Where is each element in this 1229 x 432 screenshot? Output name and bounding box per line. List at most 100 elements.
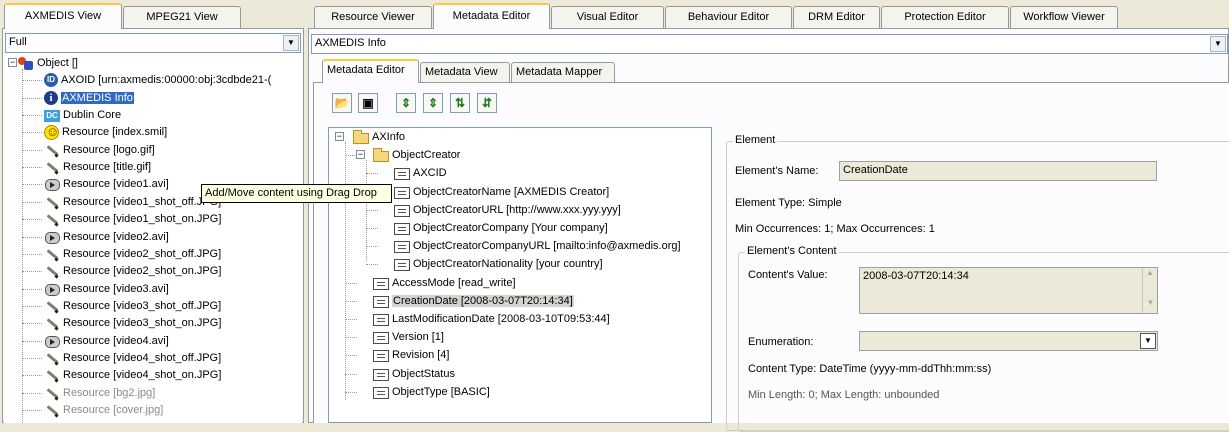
pen-icon (44, 315, 60, 331)
tree-item[interactable]: Resource [video2_shot_off.JPG] (22, 246, 221, 262)
document-icon (394, 223, 410, 235)
tree-item[interactable]: DC Dublin Core (22, 107, 121, 123)
tree-item-label: AXOID [urn:axmedis:00000:obj:3cdbde21-( (61, 74, 272, 87)
document-icon (394, 259, 410, 272)
metadata-section-select[interactable]: AXMEDIS Info ▼ (311, 34, 1228, 54)
tree-item[interactable]: Resource [video3_shot_off.JPG] (22, 298, 221, 314)
document-icon (394, 186, 410, 199)
tree-item[interactable]: Resource [index.smil] (22, 124, 168, 140)
tree-item[interactable]: Resource [title.gif] (22, 159, 152, 175)
move-up-icon[interactable]: ⇕ (396, 93, 416, 113)
metadata-tree-item-label: ObjectCreator (392, 149, 461, 162)
tree-item-label: Resource [title.gif] (63, 161, 152, 174)
metadata-tree-item[interactable]: AXInfo (353, 129, 405, 145)
folder-open-icon (373, 148, 389, 163)
tab-behaviour-editor[interactable]: Behaviour Editor (665, 6, 792, 28)
tree-item[interactable]: Resource [logo.gif] (22, 142, 155, 158)
subtab-metadata-mapper[interactable]: Metadata Mapper (511, 62, 615, 82)
info-icon: i (44, 90, 58, 105)
tree-item[interactable]: Resource [video4_shot_on.JPG] (22, 367, 221, 383)
metadata-tree-item[interactable]: ObjectStatus (345, 366, 455, 382)
tree-item[interactable]: Resource [video1_shot_off.JPG] (22, 194, 221, 210)
subtab-metadata-editor[interactable]: Metadata Editor (322, 59, 419, 83)
metadata-tree-item[interactable]: Revision [4] (345, 347, 449, 363)
expand-icon[interactable]: ⇅ (450, 93, 470, 113)
id-icon: ID (44, 73, 58, 88)
view-mode-select[interactable]: Full ▼ (5, 33, 301, 53)
save-icon[interactable]: ▣ (358, 93, 378, 113)
metadata-tree-item[interactable]: AccessMode [read_write] (345, 275, 516, 291)
chevron-down-icon[interactable]: ▼ (283, 35, 299, 51)
tree-item[interactable]: Resource [video3.avi] (22, 281, 169, 297)
document-icon (394, 168, 410, 181)
metadata-tree-item-label: AXInfo (372, 131, 406, 143)
metadata-tree-item[interactable]: Version [1] (345, 329, 444, 345)
tab-resource-viewer[interactable]: Resource Viewer (314, 6, 432, 28)
tab-workflow-viewer[interactable]: Workflow Viewer (1010, 6, 1118, 28)
enumeration-select[interactable]: ▼ (859, 331, 1158, 351)
value-scrollbar[interactable]: ▲ ▼ (1142, 268, 1157, 313)
tree-item[interactable]: Resource [video1.avi] (22, 176, 169, 192)
pen-icon (44, 142, 60, 158)
dc-icon: DC (44, 110, 60, 123)
tree-item-label: Resource [video4_shot_off.JPG] (63, 351, 222, 364)
tree-item[interactable]: Resource [video4_shot_off.JPG] (22, 350, 222, 366)
metadata-tree-item[interactable]: ObjectCreatorCompany [Your company] (366, 220, 608, 236)
enumeration-label: Enumeration: (748, 336, 814, 348)
metadata-tree-item[interactable]: LastModificationDate [2008-03-10T09:53:4… (345, 311, 610, 327)
tree-item[interactable]: ID AXOID [urn:axmedis:00000:obj:3cdbde21-… (22, 72, 272, 88)
chevron-down-icon[interactable]: ▼ (1210, 36, 1226, 52)
tree-item[interactable]: Resource [bg2.jpg] (22, 385, 155, 401)
collapse-toggle[interactable]: − (356, 150, 365, 159)
tree-item[interactable]: Resource [cover.jpg] (22, 402, 163, 418)
content-value-field[interactable]: 2008-03-07T20:14:34 ▲ ▼ (859, 267, 1158, 314)
document-icon (373, 295, 389, 308)
document-icon (373, 386, 389, 399)
pen-icon (44, 159, 60, 175)
tab-axmedis-view[interactable]: AXMEDIS View (4, 3, 122, 29)
chevron-down-icon[interactable]: ▼ (1140, 333, 1156, 349)
subtab-metadata-view[interactable]: Metadata View (420, 62, 510, 82)
metadata-tree-item[interactable]: ObjectCreatorCompanyURL [mailto:info@axm… (366, 238, 681, 254)
metadata-tree-item-label: ObjectType [BASIC] (392, 385, 490, 398)
metadata-tree-item-label: ObjectStatus (392, 367, 455, 380)
collapse-icon[interactable]: ⇵ (477, 93, 497, 113)
metadata-tree-item[interactable]: ObjectCreatorURL [http://www.xxx.yyy.yyy… (366, 202, 621, 218)
metadata-tree-item-label: AccessMode [read_write] (392, 276, 516, 289)
tree-item-label: AXMEDIS Info (61, 91, 134, 104)
tree-root-object[interactable]: Object [] (18, 55, 78, 71)
tree-item[interactable]: Resource [video2_shot_on.JPG] (22, 263, 221, 279)
object-tree: − Object [] ID AXOID [urn:axmedis:00000:ob… (4, 54, 302, 423)
element-content-legend: Element's Content (745, 245, 839, 257)
tab-mpeg21-view[interactable]: MPEG21 View (123, 6, 241, 28)
collapse-toggle[interactable]: − (335, 132, 344, 141)
tree-item-label: Resource [index.smil] (62, 126, 168, 139)
open-folder-icon[interactable]: 📂 (332, 93, 352, 113)
metadata-tree-item[interactable]: AXCID (366, 165, 447, 181)
tab-visual-editor[interactable]: Visual Editor (551, 6, 664, 28)
tab-protection-editor[interactable]: Protection Editor (881, 6, 1009, 28)
element-name-field[interactable]: CreationDate (839, 161, 1157, 181)
tree-item[interactable]: i AXMEDIS Info (22, 90, 134, 106)
pen-icon (44, 402, 60, 418)
move-down-icon[interactable]: ⇕ (423, 93, 443, 113)
collapse-toggle[interactable]: − (8, 58, 17, 67)
metadata-tree-item[interactable]: ObjectCreator (345, 147, 461, 163)
tree-item-label: Resource [logo.gif] (63, 143, 155, 156)
scroll-up-icon[interactable]: ▲ (1143, 268, 1157, 283)
scroll-down-icon[interactable]: ▼ (1143, 298, 1158, 313)
metadata-tree-item[interactable]: ObjectType [BASIC] (345, 384, 490, 400)
tree-item[interactable]: Resource [video4.avi] (22, 333, 169, 349)
tree-item[interactable]: Resource [video2.avi] (22, 229, 169, 245)
tree-item[interactable]: Resource [video3_shot_on.JPG] (22, 315, 221, 331)
tree-item-label: Resource [video2.avi] (63, 230, 169, 243)
video-icon (44, 176, 60, 192)
metadata-tree-item[interactable]: CreationDate [2008-03-07T20:14:34] (345, 293, 574, 309)
tree-item[interactable]: Resource [video1_shot_on.JPG] (22, 211, 221, 227)
content-value-label: Content's Value: (748, 269, 828, 281)
tab-metadata-editor[interactable]: Metadata Editor (433, 3, 550, 29)
tab-drm-editor[interactable]: DRM Editor (793, 6, 880, 28)
metadata-tree-item-label: LastModificationDate [2008-03-10T09:53:4… (392, 313, 610, 325)
metadata-tree-item[interactable]: ObjectCreatorName [AXMEDIS Creator] (366, 184, 609, 200)
metadata-tree-item[interactable]: ObjectCreatorNationality [your country] (366, 256, 603, 272)
